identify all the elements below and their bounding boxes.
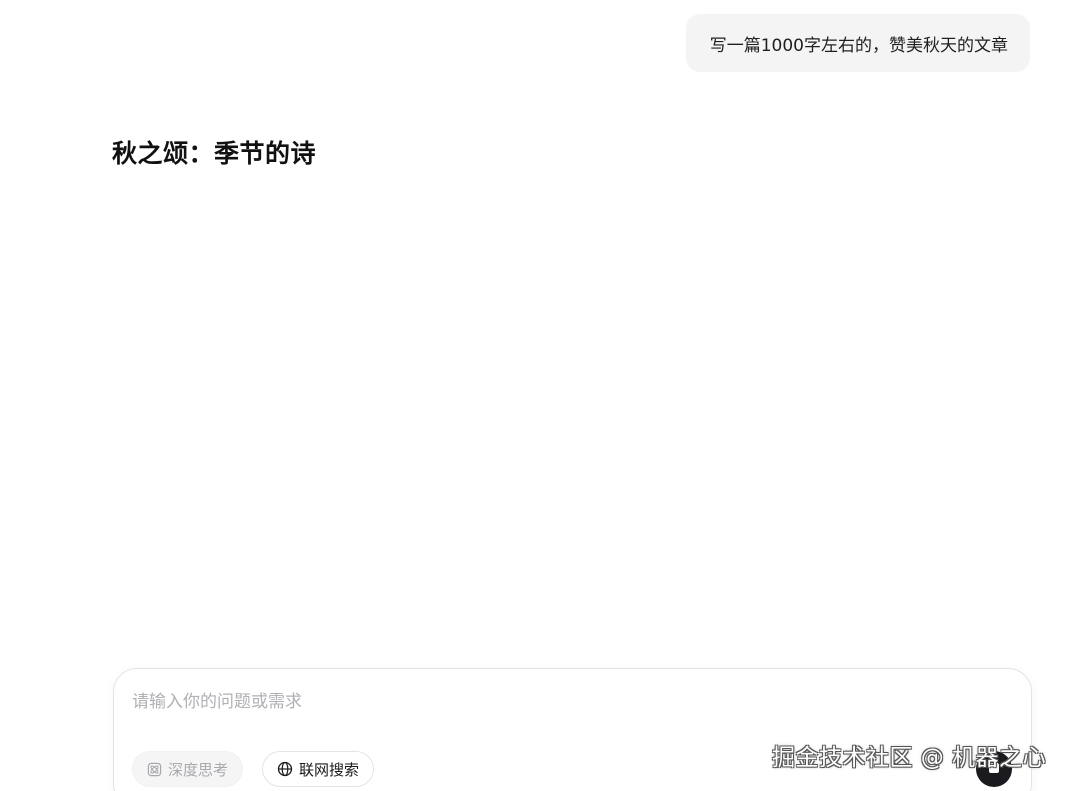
web-search-label: 联网搜索 [299, 760, 360, 779]
watermark: 掘金技术社区 @ 机器之心 [772, 745, 1047, 771]
globe-icon [277, 761, 293, 777]
chat-composer: 深度思考 联网搜索 [113, 668, 1032, 791]
web-search-toggle[interactable]: 联网搜索 [262, 751, 375, 787]
user-message-bubble: 写一篇1000字左右的，赞美秋天的文章 [685, 14, 1030, 72]
deep-think-toggle[interactable]: 深度思考 [132, 751, 244, 787]
answer-title: 秋之颂：季节的诗 [112, 139, 317, 168]
atom-icon [147, 762, 162, 777]
message-input[interactable] [132, 687, 992, 717]
user-message-text: 写一篇1000字左右的，赞美秋天的文章 [709, 35, 1008, 56]
deep-think-label: 深度思考 [168, 760, 229, 779]
chat-page: 写一篇1000字左右的，赞美秋天的文章 秋之颂：季节的诗 深度思考 [0, 0, 1080, 791]
